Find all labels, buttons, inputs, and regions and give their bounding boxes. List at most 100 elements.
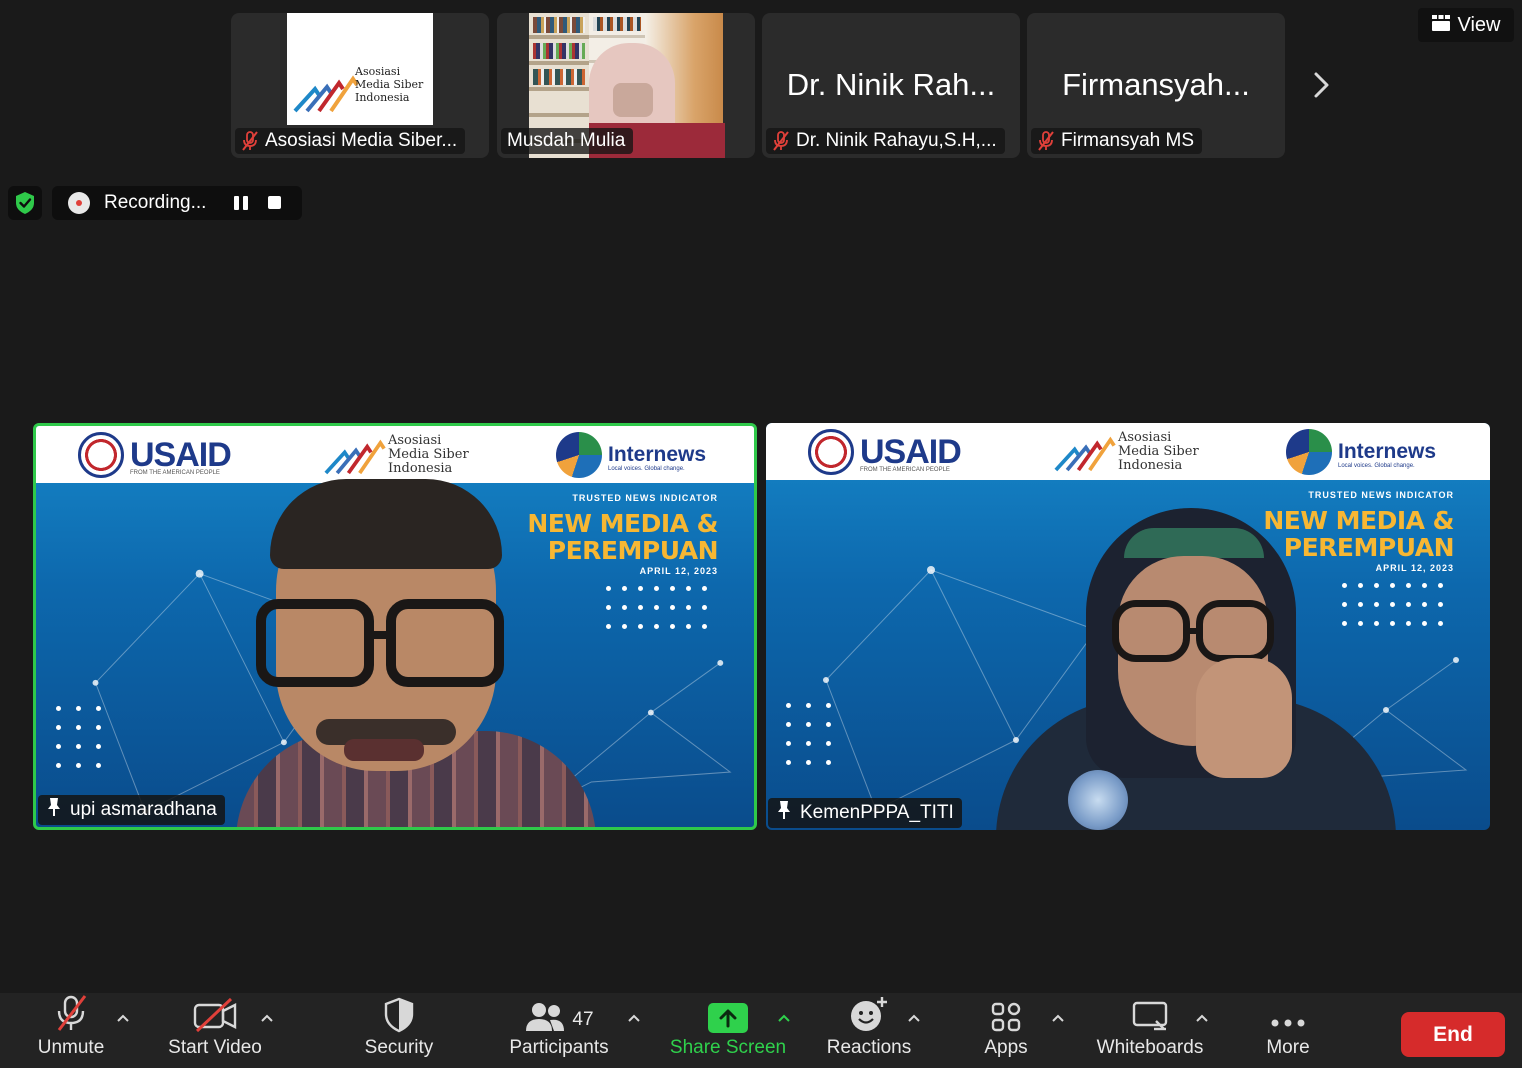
pause-recording-icon[interactable] bbox=[234, 196, 249, 210]
internews-globe-icon bbox=[556, 432, 602, 478]
grid-view-icon bbox=[1431, 14, 1450, 37]
apps-icon bbox=[990, 993, 1022, 1037]
amsi-line-3: Indonesia bbox=[388, 461, 453, 476]
participants-label: Participants bbox=[509, 1037, 609, 1058]
recording-label: Recording... bbox=[104, 192, 207, 213]
share-screen-icon bbox=[708, 993, 748, 1037]
stop-recording-icon[interactable] bbox=[268, 196, 282, 209]
amsi-line-1: Asosiasi bbox=[388, 433, 442, 448]
internews-wordmark: Internews bbox=[608, 443, 707, 466]
participant-thumb-ninik[interactable]: Dr. Ninik Rah... Dr. Ninik Rahayu,S.H,..… bbox=[762, 13, 1020, 158]
chevron-right-icon[interactable] bbox=[1306, 68, 1336, 102]
participant-name-bar: upi asmaradhana bbox=[38, 795, 225, 825]
sponsor-banner: USAID FROM THE AMERICAN PEOPLE Asosiasi … bbox=[36, 426, 754, 483]
participant-thumb-musdah[interactable]: Musdah Mulia bbox=[497, 13, 755, 158]
audio-options-chevron-up-icon[interactable] bbox=[115, 1011, 131, 1023]
video-off-icon bbox=[193, 993, 237, 1037]
participant-thumb-firmansyah[interactable]: Firmansyah... Firmansyah MS bbox=[1027, 13, 1285, 158]
banner-trusted-label: TRUSTED NEWS INDICATOR bbox=[1308, 490, 1454, 500]
usaid-tagline: FROM THE AMERICAN PEOPLE bbox=[860, 467, 950, 473]
participants-icon-wrap: 47 bbox=[524, 993, 594, 1037]
mic-muted-icon bbox=[51, 993, 91, 1037]
view-label: View bbox=[1457, 13, 1501, 36]
usaid-logo: USAID FROM THE AMERICAN PEOPLE bbox=[808, 429, 962, 475]
unmute-button[interactable]: Unmute bbox=[30, 993, 112, 1068]
participant-name: Firmansyah MS bbox=[1061, 130, 1195, 151]
participant-name: Dr. Ninik Rahayu,S.H,... bbox=[796, 130, 997, 151]
reactions-label: Reactions bbox=[826, 1037, 912, 1058]
participant-name-bar: Firmansyah MS bbox=[1031, 128, 1203, 154]
share-options-chevron-up-icon[interactable] bbox=[776, 1011, 792, 1023]
reactions-smiley-icon bbox=[849, 993, 889, 1037]
participant-video bbox=[996, 508, 1396, 830]
participants-button[interactable]: 47 Participants bbox=[500, 993, 618, 1068]
internews-logo: Internews Local voices. Global change. bbox=[556, 432, 706, 478]
apps-options-chevron-up-icon[interactable] bbox=[1050, 1011, 1066, 1023]
whiteboards-label: Whiteboards bbox=[1096, 1037, 1204, 1058]
start-video-label: Start Video bbox=[168, 1037, 262, 1058]
security-shield-icon bbox=[383, 993, 415, 1037]
reactions-button[interactable]: Reactions bbox=[820, 993, 918, 1068]
participant-big-name: Dr. Ninik Rah... bbox=[786, 67, 996, 102]
usaid-seal-icon bbox=[808, 429, 854, 475]
internews-globe-icon bbox=[1286, 429, 1332, 475]
participant-name: upi asmaradhana bbox=[70, 799, 217, 820]
dot-grid bbox=[606, 586, 718, 629]
start-video-button[interactable]: Start Video bbox=[160, 993, 270, 1068]
more-button[interactable]: More bbox=[1256, 993, 1320, 1068]
amsi-line-2: Media Siber bbox=[388, 447, 469, 462]
whiteboards-options-chevron-up-icon[interactable] bbox=[1194, 1011, 1210, 1023]
security-label: Security bbox=[364, 1037, 434, 1058]
amsi-line-3: Indonesia bbox=[1118, 458, 1183, 473]
record-dot-icon bbox=[68, 192, 90, 214]
apps-button[interactable]: Apps bbox=[972, 993, 1040, 1068]
amsi-logo: Asosiasi Media Siber Indonesia bbox=[324, 434, 474, 478]
video-tile-titi[interactable]: USAID FROM THE AMERICAN PEOPLE Asosiasi … bbox=[766, 423, 1490, 830]
participant-name: KemenPPPA_TITI bbox=[800, 802, 954, 823]
usaid-wordmark: USAID bbox=[860, 432, 962, 471]
encryption-shield-icon[interactable] bbox=[8, 186, 42, 220]
more-label: More bbox=[1266, 1037, 1310, 1058]
usaid-logo: USAID FROM THE AMERICAN PEOPLE bbox=[78, 432, 232, 478]
more-dots-icon bbox=[1270, 993, 1306, 1037]
participants-count: 47 bbox=[572, 1009, 594, 1030]
sponsor-banner: USAID FROM THE AMERICAN PEOPLE Asosiasi … bbox=[766, 423, 1490, 480]
share-screen-label: Share Screen bbox=[669, 1037, 787, 1058]
mic-muted-icon bbox=[241, 131, 259, 151]
participants-icon bbox=[526, 1003, 565, 1031]
participant-video bbox=[196, 479, 616, 827]
amsi-logo: Asosiasi Media Siber Indonesia bbox=[1054, 431, 1204, 475]
meeting-toolbar: Unmute Start Video Security 47 Participa… bbox=[0, 993, 1522, 1068]
amsi-logo-line-1: Asosiasi bbox=[355, 65, 401, 78]
participant-name-bar: Dr. Ninik Rahayu,S.H,... bbox=[766, 128, 1005, 154]
share-screen-button[interactable]: Share Screen bbox=[664, 993, 792, 1068]
participant-thumb-amsi[interactable]: Asosiasi Media Siber Indonesia Asosiasi … bbox=[231, 13, 489, 158]
participant-name: Asosiasi Media Siber... bbox=[265, 130, 458, 151]
amsi-logo-line-3: Indonesia bbox=[355, 91, 410, 104]
amsi-line-2: Media Siber bbox=[1118, 444, 1199, 459]
apps-label: Apps bbox=[984, 1037, 1028, 1058]
end-meeting-button[interactable]: End bbox=[1401, 1012, 1505, 1057]
participant-name-bar: Musdah Mulia bbox=[501, 128, 634, 154]
internews-tagline: Local voices. Global change. bbox=[1338, 463, 1415, 469]
reactions-options-chevron-up-icon[interactable] bbox=[906, 1011, 922, 1023]
video-tile-upi[interactable]: USAID FROM THE AMERICAN PEOPLE Asosiasi … bbox=[33, 423, 757, 830]
unmute-label: Unmute bbox=[37, 1037, 105, 1058]
dot-grid-left bbox=[786, 703, 850, 765]
internews-logo: Internews Local voices. Global change. bbox=[1286, 429, 1436, 475]
video-options-chevron-up-icon[interactable] bbox=[259, 1011, 275, 1023]
mic-muted-icon bbox=[1037, 131, 1055, 151]
whiteboards-button[interactable]: Whiteboards bbox=[1088, 993, 1212, 1068]
recording-indicator: Recording... bbox=[52, 186, 302, 220]
banner-date: APRIL 12, 2023 bbox=[639, 566, 718, 576]
amsi-line-1: Asosiasi bbox=[1118, 430, 1172, 445]
view-button[interactable]: View bbox=[1418, 8, 1514, 42]
participant-name-bar: KemenPPPA_TITI bbox=[768, 798, 962, 828]
participants-options-chevron-up-icon[interactable] bbox=[626, 1011, 642, 1023]
internews-wordmark: Internews bbox=[1338, 440, 1437, 463]
usaid-seal-icon bbox=[78, 432, 124, 478]
participant-big-name: Firmansyah... bbox=[1062, 67, 1250, 102]
security-button[interactable]: Security bbox=[352, 993, 446, 1068]
amsi-logo: Asosiasi Media Siber Indonesia bbox=[287, 13, 433, 125]
mic-muted-icon bbox=[772, 131, 790, 151]
